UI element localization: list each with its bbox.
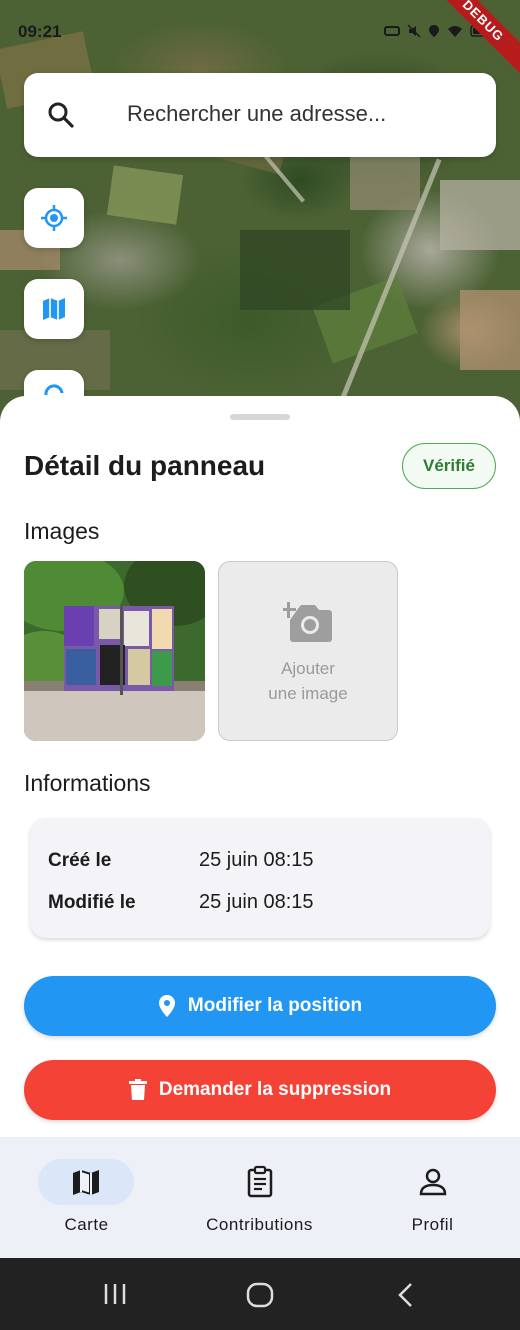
status-bar: 09:21 DEBUG — [0, 0, 520, 82]
map-icon — [73, 1170, 99, 1195]
back-icon[interactable] — [394, 1282, 416, 1308]
map-layers-button[interactable] — [24, 279, 84, 339]
app-screen: 09:21 DEBUG Rechercher une adresse... Dé… — [0, 0, 520, 1330]
status-time: 09:21 — [18, 22, 62, 41]
bottom-navigation: Carte Contributions Profil — [0, 1137, 520, 1258]
sheet-title: Détail du panneau — [24, 450, 266, 481]
nav-label-carte: Carte — [64, 1215, 109, 1234]
detail-sheet: Détail du panneau Vérifié Images Ajouter… — [0, 396, 520, 1138]
search-icon — [48, 102, 74, 128]
search-input[interactable] — [127, 101, 487, 127]
sim-icon — [384, 26, 401, 37]
modified-value: 25 juin 08:15 — [199, 891, 314, 913]
drag-handle[interactable] — [230, 414, 290, 420]
add-image-label: Ajouter une image — [268, 659, 348, 703]
images-heading: Images — [24, 518, 100, 544]
clipboard-icon — [247, 1165, 273, 1198]
request-deletion-label: Demander la suppression — [158, 1079, 392, 1100]
modified-label: Modifié le — [48, 892, 136, 913]
my-location-button[interactable] — [24, 188, 84, 248]
location-pin-icon — [158, 995, 175, 1017]
trash-icon — [128, 1079, 147, 1100]
location-icon — [429, 25, 440, 38]
map-layers-icon — [43, 298, 65, 320]
created-label: Créé le — [48, 850, 112, 871]
nav-item-profil[interactable]: Profil — [346, 1137, 519, 1258]
created-value: 25 juin 08:15 — [199, 849, 314, 871]
add-image-button[interactable]: Ajouter une image — [218, 561, 398, 741]
recent-apps-icon[interactable] — [100, 1282, 130, 1306]
system-navigation-bar — [0, 1258, 520, 1330]
search-bar[interactable] — [24, 73, 496, 157]
nav-item-contributions[interactable]: Contributions — [173, 1137, 346, 1258]
status-badge: Vérifié — [402, 443, 496, 489]
mute-icon — [407, 24, 421, 38]
modify-position-button[interactable]: Modifier la position — [24, 976, 496, 1036]
info-card: Créé le 25 juin 08:15 Modifié le 25 juin… — [30, 818, 490, 938]
my-location-icon — [41, 205, 67, 231]
nav-label-profil: Profil — [411, 1215, 454, 1234]
home-icon[interactable] — [246, 1282, 274, 1308]
nav-item-carte[interactable]: Carte — [0, 1137, 173, 1258]
person-icon — [419, 1168, 447, 1196]
nav-label-contributions: Contributions — [206, 1215, 313, 1234]
request-deletion-button[interactable]: Demander la suppression — [24, 1060, 496, 1120]
modify-position-label: Modifier la position — [187, 995, 363, 1016]
panel-photo[interactable] — [24, 561, 205, 741]
info-heading: Informations — [24, 770, 151, 796]
wifi-icon — [448, 26, 463, 38]
add-photo-icon — [283, 602, 332, 642]
